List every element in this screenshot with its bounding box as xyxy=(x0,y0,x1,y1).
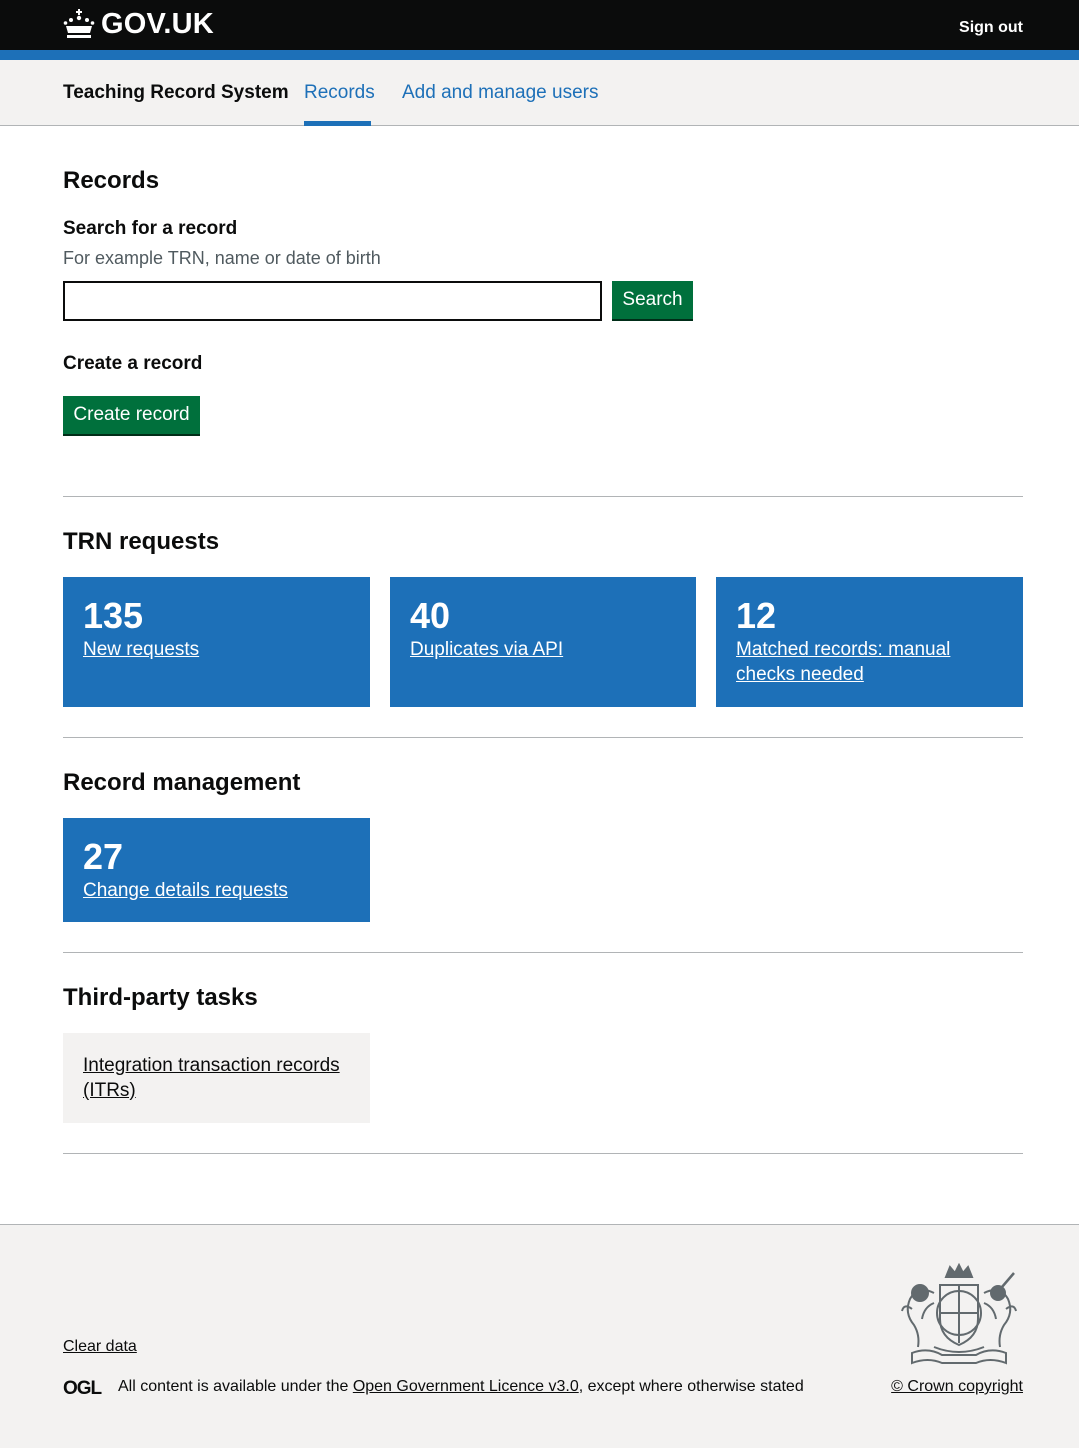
trn-requests-heading: TRN requests xyxy=(63,528,220,555)
govuk-logo[interactable]: GOV.UK xyxy=(63,6,214,42)
footer: Clear data OGL All content is available … xyxy=(0,1224,1079,1448)
third-party-tasks-heading: Third-party tasks xyxy=(63,984,258,1011)
search-button[interactable]: Search xyxy=(612,281,693,319)
page-title: Records xyxy=(63,167,160,194)
open-government-licence-link[interactable]: Open Government Licence v3.0 xyxy=(353,1378,579,1395)
matched-records-link[interactable]: Matched records: manual checks needed xyxy=(736,637,976,687)
crown-copyright-link[interactable]: © Crown copyright xyxy=(891,1378,1023,1396)
search-label: Search for a record xyxy=(63,218,238,239)
licence-prefix: All content is available under the xyxy=(118,1378,353,1395)
create-record-heading: Create a record xyxy=(63,353,203,374)
tile-count: 12 xyxy=(736,595,777,636)
clear-data-link[interactable]: Clear data xyxy=(63,1338,137,1356)
licence-text: All content is available under the Open … xyxy=(118,1378,804,1396)
change-details-requests-link[interactable]: Change details requests xyxy=(83,878,350,903)
duplicates-via-api-link[interactable]: Duplicates via API xyxy=(410,637,676,662)
create-record-button[interactable]: Create record xyxy=(63,396,200,434)
nav-item-add-and-manage-users[interactable]: Add and manage users xyxy=(402,82,598,104)
sign-out-link[interactable]: Sign out xyxy=(959,19,1023,37)
search-hint: For example TRN, name or date of birth xyxy=(63,248,381,268)
crown-icon xyxy=(63,9,95,38)
ogl-logo-icon: OGL xyxy=(63,1378,104,1396)
header-blue-bar xyxy=(0,50,1079,60)
nav-item-records[interactable]: Records xyxy=(304,82,375,104)
new-requests-tile: 135 New requests xyxy=(63,577,370,707)
royal-coat-of-arms-icon xyxy=(901,1263,1017,1365)
ogl-text: OGL xyxy=(63,1378,103,1396)
nav-active-indicator xyxy=(304,121,371,126)
section-divider xyxy=(63,737,1023,738)
record-management-heading: Record management xyxy=(63,769,301,796)
itr-tile: Integration transaction records (ITRs) xyxy=(63,1033,370,1123)
service-navigation: Teaching Record System Records Add and m… xyxy=(0,60,1079,126)
logo-text: GOV.UK xyxy=(101,7,214,40)
licence-suffix: , except where otherwise stated xyxy=(578,1378,804,1395)
section-divider xyxy=(63,952,1023,953)
section-divider xyxy=(63,1153,1023,1154)
tile-count: 40 xyxy=(410,595,451,636)
new-requests-link[interactable]: New requests xyxy=(83,637,350,662)
search-input[interactable] xyxy=(63,281,602,321)
tile-count: 135 xyxy=(83,595,144,636)
change-details-tile: 27 Change details requests xyxy=(63,818,370,922)
matched-records-tile: 12 Matched records: manual checks needed xyxy=(716,577,1023,707)
duplicates-via-api-tile: 40 Duplicates via API xyxy=(390,577,696,707)
service-name[interactable]: Teaching Record System xyxy=(63,82,289,104)
tile-count: 27 xyxy=(83,836,124,877)
section-divider xyxy=(63,496,1023,497)
itr-link[interactable]: Integration transaction records (ITRs) xyxy=(83,1053,348,1103)
